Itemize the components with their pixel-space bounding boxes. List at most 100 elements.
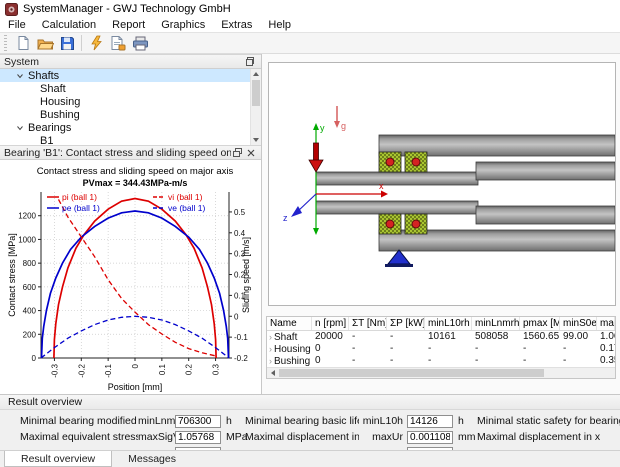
shaft-right-bottom — [476, 206, 615, 224]
new-file-button[interactable] — [12, 33, 34, 53]
bearing-icon[interactable] — [405, 152, 427, 172]
max-ur-field[interactable] — [407, 431, 453, 444]
bearing-icon[interactable] — [379, 214, 401, 234]
table-row[interactable]: ›Bushing0------0.35 — [267, 355, 615, 367]
app-window: SystemManager - GWJ Technology GmbH File… — [0, 0, 620, 465]
result-overview-title: Result overview — [8, 396, 82, 408]
table-cell: - — [520, 343, 560, 355]
svg-text:0.1: 0.1 — [158, 363, 167, 375]
svg-text:0: 0 — [131, 363, 140, 368]
svg-text:-0.3: -0.3 — [50, 363, 59, 377]
toolbar-grip[interactable] — [2, 35, 10, 51]
svg-text:0.5: 0.5 — [234, 208, 246, 217]
column-header: minS0eff — [560, 317, 597, 330]
svg-text:0.2: 0.2 — [185, 363, 194, 375]
tree-item-housing[interactable]: Housing — [0, 95, 261, 108]
tree-item-label: B1 — [40, 135, 53, 146]
table-cell: - — [387, 355, 425, 367]
scrollbar-thumb[interactable] — [252, 80, 260, 106]
force-arrow — [309, 143, 323, 172]
print-icon — [132, 36, 149, 51]
tree-item-label: Shaft — [40, 83, 66, 95]
svg-text:y: y — [320, 123, 325, 133]
save-icon — [60, 36, 75, 51]
tree-item-shafts[interactable]: Shafts — [0, 69, 261, 82]
table-horizontal-scrollbar[interactable] — [267, 367, 615, 378]
shaft-drawing: g y — [269, 63, 615, 305]
svg-text:pe (ball 1): pe (ball 1) — [62, 203, 100, 213]
result-unit: h — [221, 415, 245, 427]
table-cell: 0.17 — [597, 343, 615, 355]
save-button[interactable] — [56, 33, 78, 53]
menu-help[interactable]: Help — [260, 18, 299, 32]
chevron-down-icon[interactable] — [16, 72, 28, 80]
menu-file[interactable]: File — [0, 18, 34, 32]
gravity-arrow: g — [334, 106, 346, 131]
calculate-button[interactable] — [85, 33, 107, 53]
tree-item-shaft[interactable]: Shaft — [0, 82, 261, 95]
table-cell: 0.35 — [597, 355, 615, 367]
tree-scrollbar[interactable] — [250, 69, 261, 145]
menu-extras[interactable]: Extras — [213, 18, 260, 32]
result-label: Maximal displacement in radial direction — [245, 431, 359, 443]
result-overview-header: Result overview — [0, 395, 620, 410]
min-l10h-field[interactable] — [407, 415, 453, 428]
tree-item-label: Bearings — [28, 122, 71, 134]
table-row[interactable]: ›Shaft20000--101615080581560.6599.001.06 — [267, 331, 615, 343]
right-column: g y — [262, 54, 620, 394]
max-sigv-field[interactable] — [175, 431, 221, 444]
scroll-up-icon[interactable] — [253, 72, 259, 76]
column-header: minL10rh [h] — [425, 317, 472, 330]
table-cell: 1560.65 — [520, 331, 560, 343]
report-icon — [110, 35, 126, 51]
menu-graphics[interactable]: Graphics — [153, 18, 213, 32]
bearing-icon[interactable] — [405, 214, 427, 234]
result-overview-panel: Result overview Minimal bearing modified… — [0, 394, 620, 450]
menu-report[interactable]: Report — [104, 18, 153, 32]
open-file-icon — [37, 36, 54, 51]
open-file-button[interactable] — [34, 33, 56, 53]
support-icon[interactable] — [385, 250, 413, 267]
new-file-icon — [16, 35, 31, 51]
result-unit: h — [453, 415, 477, 427]
tree-item-bearings[interactable]: Bearings — [0, 121, 261, 134]
scrollbar-thumb[interactable] — [279, 369, 544, 377]
report-button[interactable] — [107, 33, 129, 53]
scroll-left-icon[interactable] — [267, 368, 278, 378]
result-code: maxSigV — [138, 431, 170, 443]
table-cell: 10161 — [425, 331, 472, 343]
tree-item-label: Bushing — [40, 109, 80, 121]
dock-pin-icon[interactable] — [244, 56, 257, 68]
result-label: Minimal bearing modified life — [20, 415, 138, 427]
column-header: minLnmrh [h] — [472, 317, 520, 330]
tree-item-b1[interactable]: B1 — [0, 134, 261, 145]
row-expander-icon[interactable]: › — [269, 356, 272, 366]
close-icon[interactable] — [244, 147, 257, 159]
bearing-icon[interactable] — [379, 152, 401, 172]
row-expander-icon[interactable]: › — [269, 332, 272, 342]
min-lnmh-field[interactable] — [175, 415, 221, 428]
table-cell: - — [425, 355, 472, 367]
svg-text:0.4: 0.4 — [234, 229, 246, 238]
table-cell: - — [472, 343, 520, 355]
scroll-down-icon[interactable] — [253, 138, 259, 142]
table-cell: - — [425, 343, 472, 355]
svg-text:g: g — [341, 121, 346, 131]
chart-panel: 020040060080010001200-0.2-0.100.10.20.30… — [0, 160, 261, 394]
menu-calculation[interactable]: Calculation — [34, 18, 104, 32]
svg-text:-0.2: -0.2 — [77, 363, 86, 377]
table-row[interactable]: ›Housing0------0.17 — [267, 343, 615, 355]
svg-text:0.3: 0.3 — [212, 363, 221, 375]
svg-text:Sliding speed [m/s]: Sliding speed [m/s] — [241, 237, 251, 313]
system-tree: Shafts Shaft Housing Bushing Bearings — [0, 69, 261, 145]
column-header: maxSigV — [597, 317, 615, 330]
tree-item-bushing[interactable]: Bushing — [0, 108, 261, 121]
svg-text:1000: 1000 — [18, 235, 36, 244]
row-expander-icon[interactable]: › — [269, 344, 272, 354]
float-window-icon[interactable] — [231, 147, 244, 159]
table-cell: 1.06 — [597, 331, 615, 343]
print-button[interactable] — [129, 33, 151, 53]
chevron-down-icon[interactable] — [16, 124, 28, 132]
table-cell: - — [520, 355, 560, 367]
shaft-right-top — [476, 162, 615, 180]
